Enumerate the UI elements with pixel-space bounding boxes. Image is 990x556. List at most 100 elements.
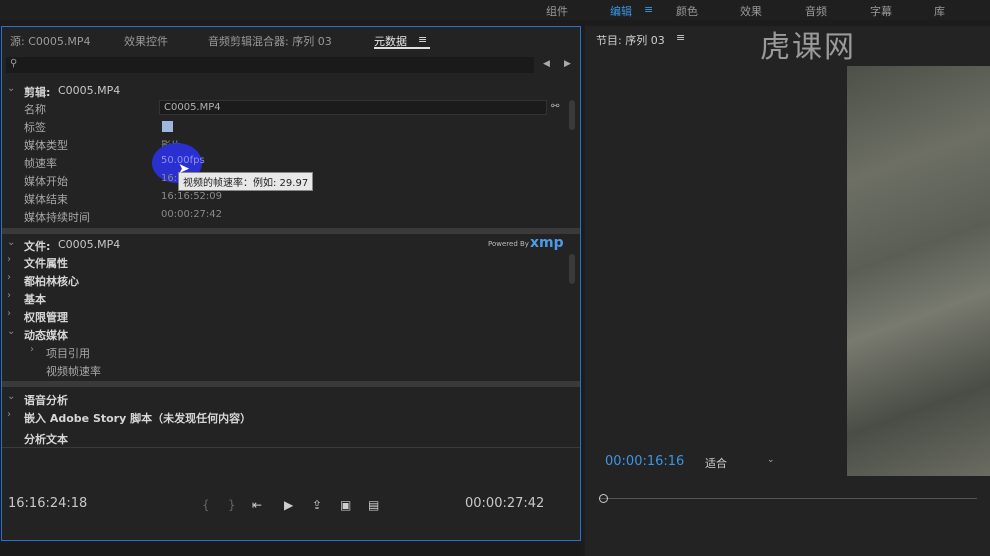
clip-header[interactable]: ⌄ 剪辑: C0005.MP4 (2, 82, 570, 100)
workspace-tab-editing[interactable]: 编辑 (610, 3, 632, 19)
workspace-tab-titles[interactable]: 字幕 (870, 3, 892, 19)
name-field[interactable]: C0005.MP4 (159, 100, 547, 115)
row-value: 16:16:52:09 (161, 191, 223, 202)
section-divider[interactable] (2, 228, 580, 234)
row-label: 帧速率 (24, 157, 57, 170)
powered-by-text: Powered By (488, 240, 529, 248)
row-label: 名称 (24, 103, 46, 116)
mark-in-icon[interactable]: { (202, 498, 210, 512)
program-title[interactable]: 节目: 序列 03 (596, 32, 665, 48)
file-subitem[interactable]: 视频帧速率 (2, 361, 570, 379)
scrollbar[interactable] (569, 254, 575, 284)
workspace-tab-libraries[interactable]: 库 (934, 3, 945, 19)
workspace-bar: 组件 编辑 ≡ 颜色 效果 音频 字幕 库 (0, 0, 990, 20)
chevron-right-icon: › (7, 254, 11, 265)
tab-source[interactable]: 源: C0005.MP4 (10, 33, 91, 49)
row-label: 媒体结束 (24, 193, 68, 206)
file-item[interactable]: › 文件属性 (2, 253, 570, 271)
workspace-tab-effects[interactable]: 效果 (740, 3, 762, 19)
chevron-down-icon: ⌄ (7, 83, 16, 94)
embed-script-row[interactable]: › 嵌入 Adobe Story 脚本（未发现任何内容） (2, 408, 570, 426)
workspace-menu-icon[interactable]: ≡ (644, 3, 653, 16)
playhead[interactable] (599, 494, 608, 503)
file-title: 文件: (24, 240, 51, 253)
tab-audio-clip-mixer[interactable]: 音频剪辑混合器: 序列 03 (208, 33, 332, 49)
file-item-label: 基本 (24, 293, 46, 306)
chevron-right-icon: › (7, 272, 11, 283)
file-item-label: 动态媒体 (24, 329, 68, 342)
chevron-right-icon: › (30, 344, 34, 355)
playhead-track[interactable] (599, 498, 977, 499)
program-menu-icon[interactable]: ≡ (676, 31, 685, 44)
analyze-text-label: 分析文本 (24, 433, 68, 446)
tab-menu-icon[interactable]: ≡ (418, 33, 427, 46)
tab-effect-controls[interactable]: 效果控件 (124, 33, 168, 49)
workspace-tab-audio[interactable]: 音频 (805, 3, 827, 19)
speech-section: ⌄ 语音分析 › 嵌入 Adobe Story 脚本（未发现任何内容） 分析文本 (2, 390, 580, 450)
workspace-tab-assembly[interactable]: 组件 (546, 3, 568, 19)
source-timecode[interactable]: 16:16:24:18 (8, 496, 87, 511)
file-name: C0005.MP4 (58, 238, 121, 251)
search-input[interactable]: ⚲ (6, 57, 534, 73)
file-subitem[interactable]: › 项目引用 (2, 343, 570, 361)
program-timecode[interactable]: 00:00:16:16 (605, 454, 684, 469)
name-field-value: C0005.MP4 (164, 102, 221, 113)
file-item[interactable]: › 都柏林核心 (2, 271, 570, 289)
row-label: 媒体开始 (24, 175, 68, 188)
divider (2, 447, 580, 448)
analyze-text-row: 分析文本 (2, 429, 570, 447)
metadata-row-label: 标签 (2, 117, 570, 135)
file-item-label: 文件属性 (24, 257, 68, 270)
xmp-logo: xmp (530, 235, 564, 251)
speech-header[interactable]: ⌄ 语音分析 (2, 390, 570, 408)
file-item[interactable]: › 基本 (2, 289, 570, 307)
metadata-row-media-type: 媒体类型 影片 (2, 135, 570, 153)
embed-script-label: 嵌入 Adobe Story 脚本（未发现任何内容） (24, 412, 252, 425)
speech-title: 语音分析 (24, 394, 68, 407)
chevron-right-icon: › (7, 409, 11, 420)
row-label: 媒体持续时间 (24, 211, 90, 224)
clip-section: ⌄ 剪辑: C0005.MP4 名称 C0005.MP4 ⚯ 标签 媒体类型 影… (2, 82, 580, 232)
file-header[interactable]: ⌄ 文件: C0005.MP4 Powered By xmp (2, 235, 570, 254)
chevron-down-icon: ⌄ (7, 391, 16, 402)
metadata-panel: 源: C0005.MP4 效果控件 音频剪辑混合器: 序列 03 元数据 ≡ ⚲… (1, 26, 581, 541)
scrollbar[interactable] (569, 100, 575, 130)
tooltip: 视频的帧速率：例如: 29.97 (178, 172, 314, 191)
fit-dropdown[interactable]: 适合 ⌄ (701, 454, 777, 470)
chevron-down-icon: ⌄ (767, 455, 775, 465)
mark-out-icon[interactable]: } (228, 498, 236, 512)
metadata-row-media-end: 媒体结束 16:16:52:09 (2, 189, 570, 207)
metadata-row-name: 名称 C0005.MP4 ⚯ (2, 99, 570, 117)
source-duration: 00:00:27:42 (465, 496, 545, 511)
file-subitem-label: 项目引用 (46, 347, 90, 360)
overwrite-icon[interactable]: ▤ (368, 498, 379, 512)
search-icon: ⚲ (10, 58, 18, 69)
fit-value: 适合 (705, 457, 727, 470)
video-frame (847, 66, 990, 476)
step-icon[interactable]: ⇤ (252, 498, 262, 512)
next-icon[interactable]: ▶ (564, 59, 571, 69)
panel-tabs: 源: C0005.MP4 效果控件 音频剪辑混合器: 序列 03 元数据 ≡ (2, 27, 580, 51)
label-color-swatch[interactable] (162, 121, 173, 132)
metadata-row-frame-rate: 帧速率 50.00fps (2, 143, 570, 183)
chevron-right-icon: › (7, 290, 11, 301)
program-monitor: 节目: 序列 03 ≡ 虎课网 00:00:16:16 适合 ⌄ (585, 26, 990, 556)
file-item[interactable]: › 权限管理 (2, 307, 570, 325)
file-item-label: 权限管理 (24, 311, 68, 324)
file-subitem-label: 视频帧速率 (46, 365, 101, 378)
active-tab-underline (374, 47, 430, 49)
insert-icon[interactable]: ▣ (340, 498, 351, 512)
prev-icon[interactable]: ◀ (543, 59, 550, 69)
chevron-down-icon: ⌄ (7, 326, 16, 337)
workspace-tab-color[interactable]: 颜色 (676, 3, 698, 19)
row-value: 00:00:27:42 (161, 209, 223, 220)
row-label: 媒体类型 (24, 139, 68, 152)
mouse-cursor-icon: ➤ (178, 161, 190, 177)
clip-title: 剪辑: (24, 86, 51, 99)
export-icon[interactable]: ⇪ (312, 498, 322, 512)
bottom-panel-strip (0, 543, 580, 556)
file-item[interactable]: ⌄ 动态媒体 (2, 325, 570, 343)
unlink-icon[interactable]: ⚯ (551, 101, 559, 112)
play-icon[interactable]: ▶ (284, 498, 293, 512)
section-divider[interactable] (2, 381, 580, 387)
